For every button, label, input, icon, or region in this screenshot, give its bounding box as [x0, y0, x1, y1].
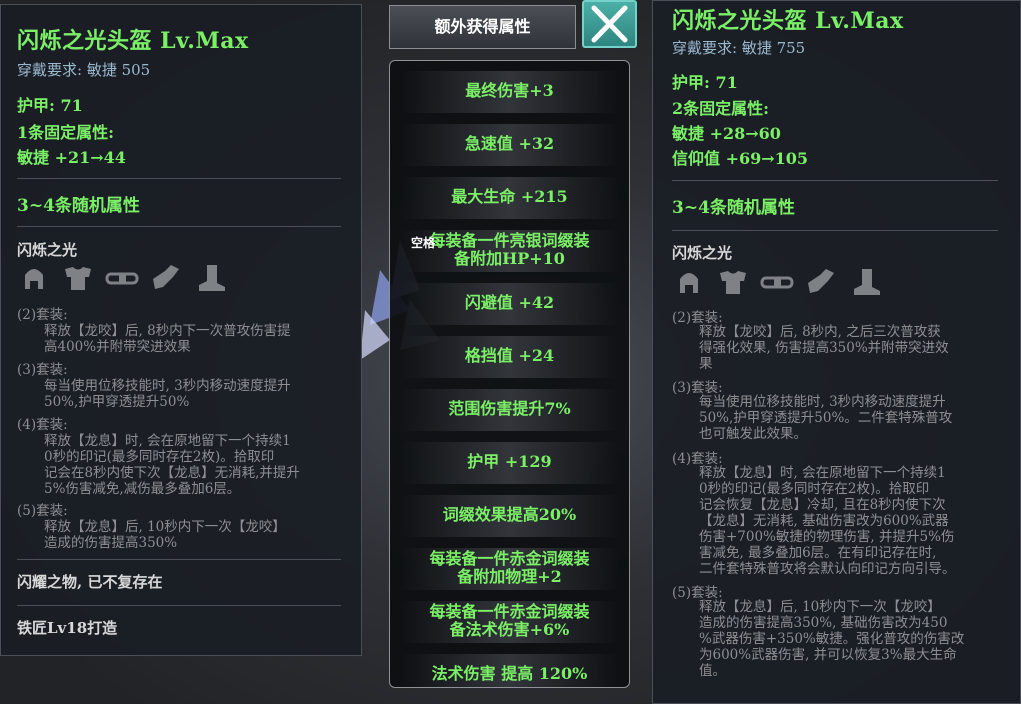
- item-title: 闪烁之光头盔 Lv.Max: [672, 8, 904, 34]
- set-pieces: [672, 267, 882, 297]
- helmet-icon: [25, 269, 43, 289]
- set-bonus-3-text: 每当使用位移技能时, 3秒内移动速度提升 50%,护甲穿透提升50%: [44, 378, 291, 410]
- divider: [17, 559, 341, 560]
- divider: [17, 226, 341, 227]
- random-attr-header: 3~4条随机属性: [17, 196, 140, 216]
- armor-icon: [65, 267, 91, 290]
- extra-attr-row: 范围伤害提升7%: [448, 399, 571, 418]
- extra-attr-row: 护甲 +129: [467, 452, 552, 471]
- boots-icon: [199, 265, 225, 291]
- item-requirement: 穿戴要求: 敏捷 505: [17, 61, 151, 79]
- set-bonus-4-text: 释放【龙息】时, 会在原地留下一个持续1 0秒的印记(最多同时存在2枚)。拾取印记…: [699, 465, 956, 577]
- set-bonus-3-label: (3)套装:: [17, 362, 68, 378]
- fixed-attr: 信仰值 +69→105: [672, 149, 809, 168]
- set-name: 闪烁之光: [17, 241, 78, 259]
- crafted-by: 铁匠Lv18打造: [17, 619, 118, 637]
- extra-attributes-tab[interactable]: 额外获得属性: [389, 5, 576, 49]
- extra-attr-row: 急速值 +32: [464, 134, 555, 153]
- boots-icon: [854, 269, 880, 295]
- divider: [17, 605, 341, 606]
- fixed-attr: 敏捷 +21→44: [17, 148, 126, 167]
- belt-icon: [105, 272, 139, 285]
- set-bonus-5-text: 释放【龙息】后, 10秒内下一次【龙咬】 造成的伤害提高350%: [44, 519, 286, 551]
- set-bonus-4-label: (4)套装:: [17, 417, 68, 433]
- set-bonus-4-text: 释放【龙息】时, 会在原地留下一个持续1 0秒的印记(最多同时存在2枚)。拾取印记…: [44, 433, 300, 497]
- set-name: 闪烁之光: [672, 244, 733, 262]
- left-item-tooltip: 闪烁之光头盔 Lv.Max 穿戴要求: 敏捷 505 护甲: 71 1条固定属性…: [0, 4, 362, 656]
- helmet-icon: [680, 273, 698, 293]
- right-item-tooltip: 闪烁之光头盔 Lv.Max 穿戴要求: 敏捷 755 护甲: 71 2条固定属性…: [652, 0, 1021, 704]
- close-button[interactable]: [582, 0, 637, 48]
- fixed-attr-count: 2条固定属性:: [672, 99, 770, 118]
- extra-attr-row: 格挡值 +24: [464, 346, 555, 365]
- item-requirement: 穿戴要求: 敏捷 755: [672, 39, 806, 57]
- extra-attr-row: 每装备一件赤金词缀装 备附加物理+2: [429, 549, 590, 586]
- fixed-attr: 敏捷 +28→60: [672, 124, 781, 143]
- set-bonus-3-text: 每当使用位移技能时, 3秒内移动速度提升 50%,护甲穿透提升50%。二件套特殊普…: [699, 394, 953, 442]
- set-bonus-2-text: 释放【龙咬】后, 8秒内下一次普攻伤害提 高400%并附带突进效果: [44, 323, 291, 355]
- belt-icon: [760, 276, 794, 289]
- set-bonus-2-text: 释放【龙咬】后, 8秒内, 之后三次普攻获 得强化效果, 伤害提高350%并附带突…: [699, 324, 949, 372]
- extra-attr-row: 闪避值 +42: [464, 293, 555, 312]
- armor-stat: 护甲: 71: [672, 73, 738, 92]
- divider: [17, 178, 341, 179]
- set-bonus-5-label: (5)套装:: [672, 585, 723, 601]
- fixed-attr-count: 1条固定属性:: [17, 123, 115, 142]
- set-bonus-4-label: (4)套装:: [672, 451, 723, 467]
- close-icon: [591, 5, 628, 43]
- divider: [672, 180, 998, 181]
- extra-attr-row: 最终伤害+3: [465, 81, 554, 100]
- set-pieces: [17, 263, 227, 293]
- set-bonus-5-label: (5)套装:: [17, 503, 68, 519]
- space-key-hint: 空格: [411, 236, 436, 250]
- flavor-text: 闪耀之物, 已不复存在: [17, 573, 163, 591]
- random-attr-header: 3~4条随机属性: [672, 198, 795, 218]
- item-title: 闪烁之光头盔 Lv.Max: [17, 28, 249, 54]
- armor-icon: [720, 271, 746, 294]
- extra-attr-row: 词缀效果提高20%: [442, 505, 577, 524]
- divider: [672, 230, 998, 231]
- gauntlet-icon: [808, 269, 834, 293]
- set-bonus-5-text: 释放【龙息】后, 10秒内下一次【龙咬】 造成的伤害提高350%, 基础伤害改为4…: [699, 599, 965, 679]
- gauntlet-icon: [153, 265, 179, 289]
- extra-attr-row: 每装备一件赤金词缀装 备法术伤害+6%: [429, 602, 590, 639]
- armor-stat: 护甲: 71: [17, 96, 83, 115]
- set-bonus-2-label: (2)套装:: [17, 307, 68, 323]
- extra-attr-row: 法术伤害 提高 120%: [431, 664, 588, 683]
- extra-attributes-list[interactable]: 最终伤害+3 急速值 +32 最大生命 +215 每装备一件亮银词缀装 备附加HP…: [389, 60, 630, 688]
- set-bonus-3-label: (3)套装:: [672, 380, 723, 396]
- extra-attr-row: 最大生命 +215: [451, 187, 568, 206]
- set-bonus-2-label: (2)套装:: [672, 310, 723, 326]
